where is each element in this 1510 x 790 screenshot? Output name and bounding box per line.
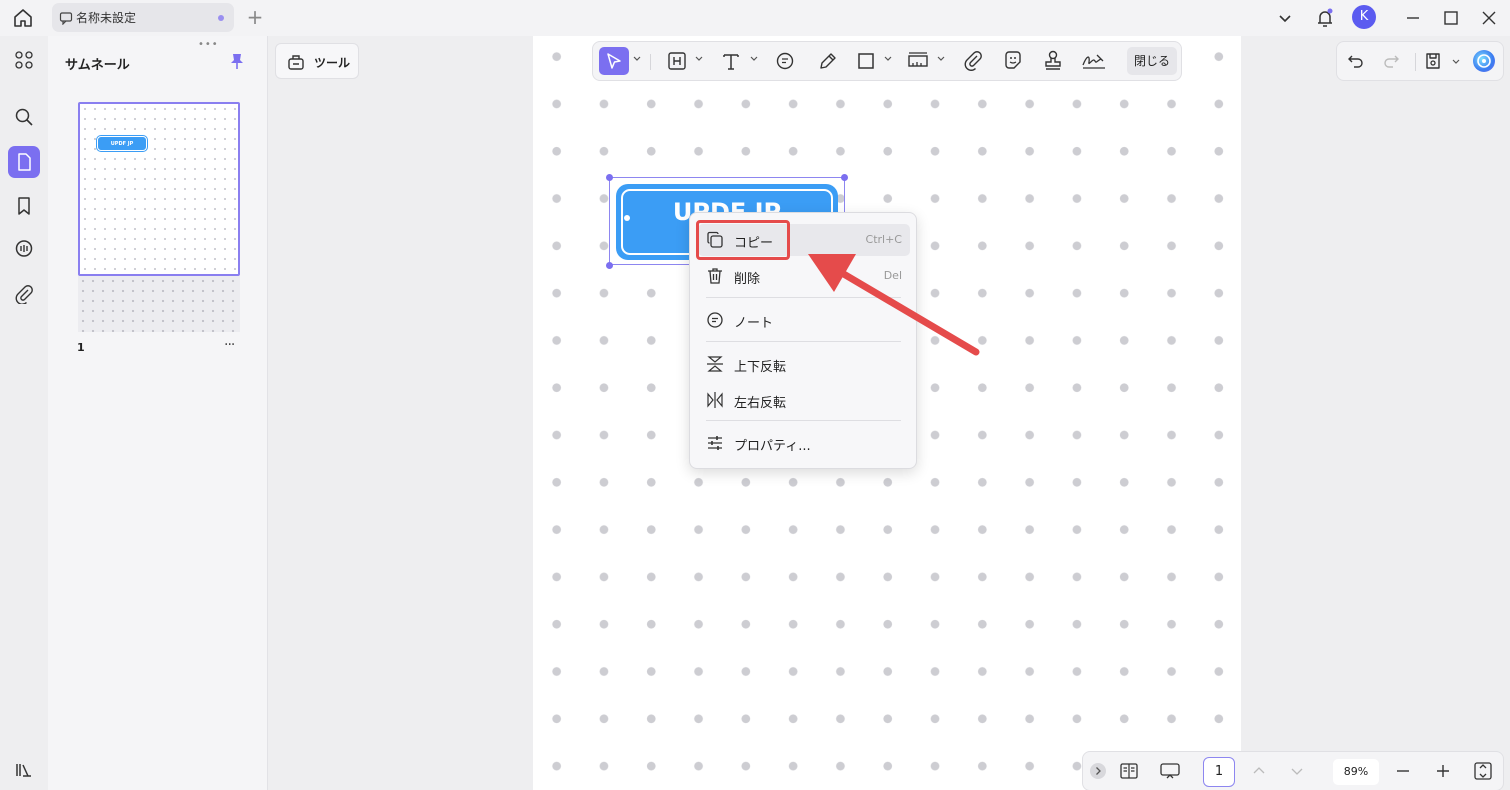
chevron-down-icon (750, 56, 758, 61)
library-icon[interactable] (8, 754, 40, 786)
page-thumbnail[interactable]: UPDF JP (78, 102, 240, 276)
attachment-icon[interactable] (8, 278, 40, 310)
thumbnail-more-button[interactable]: ··· (224, 337, 235, 353)
avatar[interactable]: K (1352, 5, 1376, 29)
tools-button[interactable]: ツール (275, 43, 359, 79)
signature-tool-button[interactable] (1081, 47, 1107, 75)
thumbnail-overflow (78, 276, 240, 332)
trash-icon (708, 268, 722, 284)
tab-title: 名称未設定 (76, 11, 137, 25)
maximize-icon[interactable] (1440, 7, 1462, 29)
new-tab-button[interactable]: + (246, 7, 264, 27)
chevron-down-icon (884, 56, 892, 61)
home-icon[interactable] (12, 7, 34, 29)
attach-file-tool-button[interactable] (963, 47, 983, 75)
thumbnail-panel: ••• サムネール UPDF JP 1 ··· (48, 36, 268, 790)
unsaved-dot (218, 15, 224, 21)
close-toolbar-button[interactable]: 閉じる (1127, 47, 1177, 75)
pencil-tool-button[interactable] (817, 47, 837, 75)
page-number-input[interactable]: 1 (1203, 757, 1235, 787)
bottom-toolbar: 1 89% (1082, 751, 1504, 790)
select-tool-button[interactable] (599, 47, 629, 75)
note-icon (707, 312, 723, 328)
menu-item-label: 削除 (734, 272, 761, 287)
chevron-down-icon (937, 56, 945, 61)
thumbnail-stamp: UPDF JP (97, 136, 147, 151)
menu-item-label: ノート (734, 316, 774, 331)
next-page-icon[interactable] (1289, 761, 1305, 785)
highlight-box (696, 220, 790, 260)
red-arrow-annotation (808, 254, 980, 356)
pin-icon[interactable] (228, 52, 246, 70)
resize-handle[interactable] (841, 174, 848, 181)
panel-title: サムネール (65, 58, 130, 73)
toolbar-divider (650, 54, 651, 70)
title-bar: 名称未設定 + K (0, 0, 1510, 36)
toolbar-divider (1415, 53, 1416, 71)
measure-tool-button[interactable] (907, 47, 929, 75)
history-toolbar (1336, 41, 1504, 81)
flip-horizontal-icon (707, 392, 723, 408)
previous-page-icon[interactable] (1251, 761, 1267, 785)
document-tab[interactable]: 名称未設定 (52, 3, 234, 32)
chevron-down-icon (1452, 59, 1460, 64)
textbox-tool-button[interactable] (667, 47, 687, 75)
menu-item-properties[interactable]: プロパティ... (698, 427, 910, 459)
zoom-in-icon[interactable] (1435, 761, 1451, 785)
redo-icon[interactable] (1381, 51, 1401, 75)
notification-bell-icon[interactable] (1314, 7, 1336, 29)
toolbox-icon (288, 55, 304, 70)
presentation-icon[interactable] (1159, 761, 1181, 785)
cursor-icon (607, 53, 621, 69)
fit-page-icon[interactable] (1473, 761, 1493, 785)
pages-icon[interactable] (8, 146, 40, 178)
stamp-tool-button[interactable] (1043, 47, 1063, 75)
sliders-icon (708, 436, 722, 450)
minimize-icon[interactable] (1402, 7, 1424, 29)
menu-item-label: プロパティ... (734, 439, 811, 454)
panel-grip[interactable]: ••• (198, 39, 219, 50)
close-icon[interactable] (1478, 7, 1500, 29)
chevron-down-icon (695, 56, 703, 61)
apps-icon[interactable] (8, 44, 40, 76)
chevron-down-icon[interactable] (1274, 7, 1296, 29)
undo-icon[interactable] (1346, 51, 1366, 75)
left-rail (0, 36, 48, 790)
annotation-toolbar: 閉じる (592, 41, 1182, 81)
menu-divider (706, 420, 901, 421)
menu-item-flip-horizontal[interactable]: 左右反転 (698, 384, 910, 416)
menu-item-label: 上下反転 (734, 360, 787, 375)
note-tool-button[interactable] (775, 47, 795, 75)
zoom-level[interactable]: 89% (1333, 759, 1379, 785)
resize-handle[interactable] (606, 262, 613, 269)
menu-item-label: 左右反転 (734, 396, 787, 411)
thumbnail-page-number: 1 (77, 341, 85, 354)
sticker-tool-button[interactable] (1003, 47, 1023, 75)
flip-vertical-icon (707, 356, 723, 372)
comments-icon[interactable] (8, 233, 40, 265)
bookmark-icon[interactable] (8, 190, 40, 222)
tools-label: ツール (314, 56, 351, 70)
resize-handle[interactable] (606, 174, 613, 181)
comment-icon (59, 11, 73, 26)
expand-icon[interactable] (1090, 763, 1106, 779)
save-icon[interactable] (1423, 51, 1443, 75)
page-layout-icon[interactable] (1119, 761, 1139, 785)
shape-tool-button[interactable] (856, 47, 876, 75)
zoom-out-icon[interactable] (1395, 761, 1411, 785)
search-icon[interactable] (8, 101, 40, 133)
text-tool-button[interactable] (721, 47, 741, 75)
ai-assistant-icon[interactable] (1473, 50, 1495, 72)
chevron-down-icon (633, 56, 641, 61)
